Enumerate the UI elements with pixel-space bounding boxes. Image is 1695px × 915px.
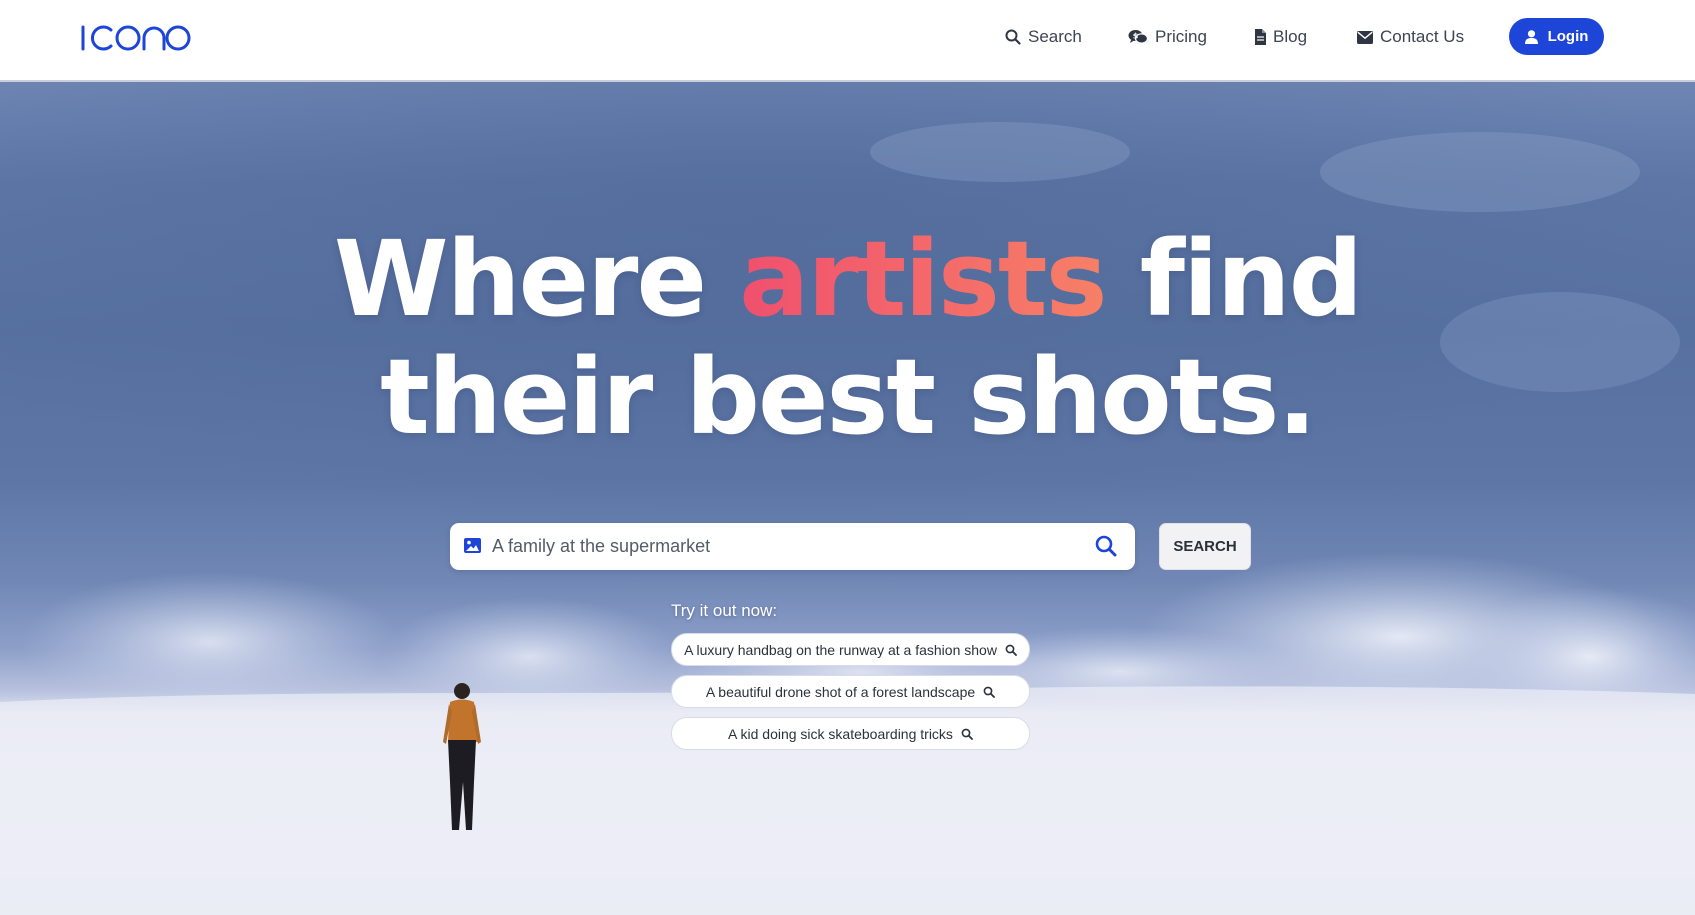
hero-section: Where artists find their best shots. SEA… (0, 82, 1695, 915)
suggestion-chip[interactable]: A beautiful drone shot of a forest lands… (671, 675, 1030, 708)
envelope-icon (1356, 29, 1373, 46)
nav-pricing-link[interactable]: $ Pricing (1128, 24, 1207, 50)
search-submit-icon[interactable] (1095, 535, 1117, 557)
suggestion-text: A kid doing sick skateboarding tricks (728, 725, 953, 742)
headline-line-2: their best shots. (380, 336, 1317, 458)
suggestion-chip[interactable]: A kid doing sick skateboarding tricks (671, 717, 1030, 750)
suggestion-text: A beautiful drone shot of a forest lands… (705, 683, 976, 700)
hero-headline: Where artists find their best shots. (0, 220, 1695, 456)
nav-search-link[interactable]: Search (1004, 24, 1082, 50)
user-icon (1524, 29, 1538, 44)
search-icon (1004, 29, 1021, 46)
suggestion-chip[interactable]: A luxury handbag on the runway at a fash… (671, 633, 1030, 666)
search-icon (1005, 644, 1017, 656)
search-icon (983, 686, 996, 698)
search-icon (961, 728, 973, 740)
headline-post: find (1105, 218, 1363, 340)
nav-contact-link[interactable]: Contact Us (1356, 24, 1464, 50)
nav-pricing-label: Pricing (1155, 27, 1207, 46)
search-bar (450, 523, 1135, 570)
svg-text:$: $ (1133, 31, 1139, 40)
nav-contact-label: Contact Us (1380, 27, 1465, 46)
try-it-label: Try it out now: (671, 601, 778, 620)
top-navbar: Search $ Pricing Blog Contact Us Login (0, 0, 1695, 82)
file-icon (1253, 29, 1266, 46)
nav-blog-label: Blog (1273, 27, 1308, 46)
suggestion-text: A luxury handbag on the runway at a fash… (684, 641, 997, 658)
hero-background-image (0, 82, 1695, 915)
search-button[interactable]: SEARCH (1159, 523, 1251, 570)
brand-logo[interactable] (80, 18, 192, 58)
nav-search-label: Search (1028, 27, 1082, 46)
headline-accent: artists (739, 218, 1107, 340)
icono-logo-icon (81, 25, 191, 51)
login-button[interactable]: Login (1509, 18, 1604, 55)
search-input[interactable] (492, 531, 1082, 562)
comments-dollar-icon: $ (1128, 29, 1148, 46)
nav-blog-link[interactable]: Blog (1253, 24, 1307, 50)
image-icon (464, 537, 482, 556)
login-label: Login (1547, 28, 1589, 45)
headline-pre: Where (333, 218, 740, 340)
